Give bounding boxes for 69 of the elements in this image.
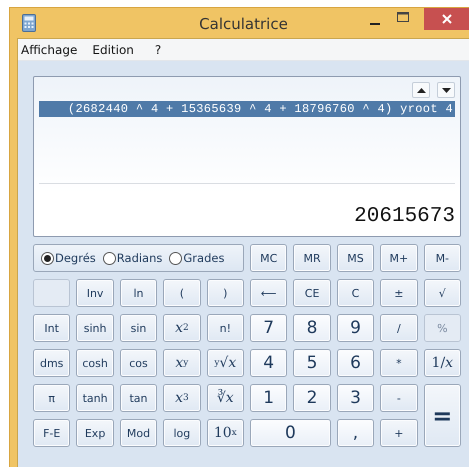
scroll-up-button[interactable] (412, 82, 430, 98)
calculator-key[interactable]: x$^{3}$ (163, 384, 201, 412)
calculator-key[interactable]: dms (33, 349, 70, 377)
memory-key[interactable]: MR (293, 244, 331, 272)
calculator-key[interactable]: x$^{y}$ (163, 349, 201, 377)
down-arrow-icon (442, 88, 450, 92)
calculator-key[interactable]: ) (206, 279, 244, 307)
calculator-key[interactable]: C (336, 279, 374, 307)
calculator-key[interactable]: sinh (76, 314, 114, 342)
calculator-key[interactable]: log (163, 419, 201, 447)
calculator-key[interactable]: x$^{2}$ (163, 314, 201, 342)
calculator-key[interactable]: tan (120, 384, 158, 412)
calculator-key[interactable]: + (380, 419, 418, 447)
result-value: 20615673 (354, 205, 455, 228)
calculator-key[interactable]: * (380, 349, 418, 377)
calculator-key[interactable]: 2 (293, 384, 331, 412)
close-icon (442, 14, 452, 24)
memory-key[interactable]: MS (336, 244, 374, 272)
calculator-key[interactable]: ln (120, 279, 158, 307)
calculator-key[interactable]: F-E (33, 419, 70, 447)
calculator-key[interactable]: √ (424, 279, 461, 307)
calculator-key[interactable]: tanh (76, 384, 114, 412)
menu-item[interactable]: Affichage (21, 42, 84, 56)
calculator-icon (22, 14, 36, 32)
memory-key[interactable]: M+ (380, 244, 418, 272)
calculator-key[interactable]: 9 (336, 314, 374, 342)
calculator-key[interactable]: 1 (250, 384, 288, 412)
window-title: Calculatrice (199, 15, 288, 33)
calculator-key[interactable]: 4 (250, 349, 288, 377)
up-arrow-icon (416, 88, 426, 92)
calculator-key[interactable]: ± (380, 279, 418, 307)
calculator-key[interactable]: / (380, 314, 418, 342)
calculator-key[interactable]: 3 (336, 384, 374, 412)
calculator-key[interactable]: 10$^{x}$ (206, 419, 244, 447)
angle-radio[interactable]: Degrés (41, 251, 96, 265)
scroll-down-button[interactable] (437, 82, 455, 98)
menu-item[interactable]: ? (154, 42, 168, 56)
calculator-key[interactable]: - (380, 384, 418, 412)
angle-radio[interactable]: Grades (169, 251, 224, 265)
maximize-icon (397, 12, 409, 22)
calculator-key[interactable]: Inv (76, 279, 114, 307)
calculator-key[interactable]: cos (120, 349, 158, 377)
angle-radio[interactable]: Radians (102, 251, 162, 265)
memory-key[interactable]: MC (250, 244, 288, 272)
history-expression[interactable]: (2682440 ^ 4 + 15365639 ^ 4 + 18796760 ^ 4) yroot 4 (39, 101, 455, 117)
calculator-key[interactable]: 8 (293, 314, 331, 342)
close-button[interactable] (424, 8, 469, 30)
calculator-key[interactable]: ∛x (206, 384, 244, 412)
calculator-key[interactable]: 5 (293, 349, 331, 377)
calculator-key[interactable]: π (33, 384, 70, 412)
calculator-key[interactable]: 7 (250, 314, 288, 342)
calculator-key[interactable]: 1/x (424, 349, 461, 377)
calculator-key[interactable]: ( (163, 279, 201, 307)
memory-key[interactable]: M- (424, 244, 461, 272)
minimize-icon (370, 22, 380, 26)
menu-item[interactable]: Edition (92, 42, 141, 56)
calculator-key[interactable]: $^{y}$√x (206, 349, 244, 377)
calculator-key[interactable]: n! (206, 314, 244, 342)
calculator-key[interactable]: , (336, 419, 374, 447)
calculator-key[interactable]: Exp (76, 419, 114, 447)
calculator-key[interactable]: ⟵ (250, 279, 288, 307)
calculator-key[interactable]: cosh (76, 349, 114, 377)
calculator-key[interactable]: CE (293, 279, 331, 307)
calculator-key[interactable]: Int (33, 314, 70, 342)
calculator-key[interactable]: 0 (250, 419, 331, 447)
calculator-key[interactable]: 6 (336, 349, 374, 377)
calculator-key[interactable]: Mod (120, 419, 158, 447)
calculator-key[interactable]: sin (120, 314, 158, 342)
calculator-key[interactable]: = (424, 384, 461, 447)
